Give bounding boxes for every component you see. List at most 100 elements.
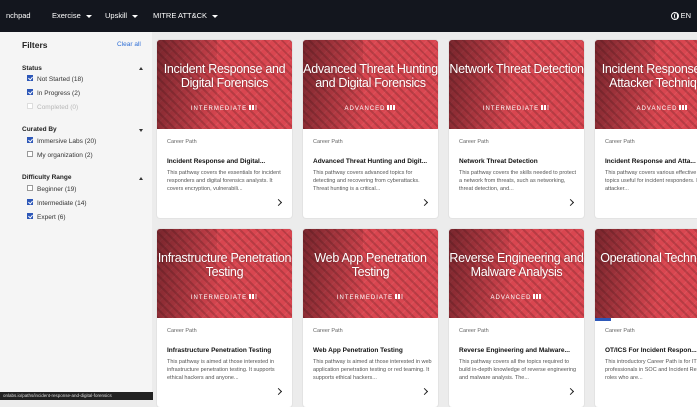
- card-level: INTERMEDIATE: [157, 105, 292, 112]
- card-title[interactable]: Network Threat Detection: [459, 158, 579, 165]
- chevron-right-icon[interactable]: [566, 387, 575, 396]
- card-description: This pathway is aimed at those intereste…: [167, 359, 275, 381]
- globe-icon: [670, 12, 679, 21]
- filter-option[interactable]: In Progress (2): [27, 89, 80, 100]
- chevron-down-icon: [132, 14, 139, 18]
- checkbox[interactable]: [27, 199, 33, 206]
- checkbox[interactable]: [27, 89, 33, 96]
- career-path-card[interactable]: Incident Response and Digital Forensics I…: [157, 40, 292, 218]
- filter-group-difficulty[interactable]: Difficulty Range: [22, 174, 71, 181]
- filter-option-label: Completed (0): [37, 104, 79, 111]
- card-image: Reverse Engineering and Malware Analysis…: [449, 229, 584, 318]
- filter-option[interactable]: Not Started (18): [27, 75, 84, 86]
- filter-group-curated-by[interactable]: Curated By: [22, 126, 57, 133]
- link-status-tooltip: onlabs.io/paths/incident-response-and-di…: [0, 392, 153, 400]
- nav-exercise[interactable]: Exercise: [52, 0, 92, 32]
- card-description: This introductory Career Path is for IT …: [605, 359, 697, 381]
- difficulty-bars-icon: [387, 105, 396, 112]
- chevron-down-icon: [85, 14, 92, 18]
- chevron-right-icon[interactable]: [274, 387, 283, 396]
- card-title[interactable]: Infrastructure Penetration Testing: [167, 347, 287, 354]
- card-title[interactable]: OT/ICS For Incident Respon...: [605, 347, 697, 354]
- card-image-title: Reverse Engineering and Malware Analysis: [449, 251, 584, 279]
- chevron-up-icon[interactable]: [139, 67, 143, 70]
- career-path-card[interactable]: Reverse Engineering and Malware Analysis…: [449, 229, 584, 407]
- clear-all-link[interactable]: Clear all: [117, 41, 141, 48]
- difficulty-bars-icon: [249, 294, 258, 301]
- card-type: Career Path: [459, 328, 489, 334]
- card-level-label: INTERMEDIATE: [482, 106, 540, 113]
- card-title[interactable]: Incident Response and Digital...: [167, 158, 287, 165]
- card-title[interactable]: Reverse Engineering and Malware...: [459, 347, 579, 354]
- card-image: Incident Response and Attacker Technique…: [595, 40, 697, 129]
- career-path-card[interactable]: Network Threat Detection INTERMEDIATE Care…: [449, 40, 584, 218]
- chevron-right-icon[interactable]: [274, 198, 283, 207]
- brand-logo[interactable]: nchpad: [6, 0, 31, 32]
- card-level: INTERMEDIATE: [157, 294, 292, 301]
- filter-option[interactable]: Immersive Labs (20): [27, 137, 96, 148]
- card-title[interactable]: Incident Response and Atta...: [605, 158, 697, 165]
- checkbox[interactable]: [27, 137, 33, 144]
- filter-option[interactable]: My organization (2): [27, 151, 93, 162]
- card-description: This pathway covers advanced topics for …: [313, 170, 420, 192]
- career-path-card[interactable]: Operational Technology Career Path OT/ICS …: [595, 229, 697, 407]
- filter-option-label: In Progress (2): [37, 90, 80, 97]
- card-type: Career Path: [167, 328, 197, 334]
- card-image-title: Incident Response and Attacker Technique…: [601, 62, 697, 90]
- card-image-title: Network Threat Detection: [449, 62, 584, 76]
- nav-upskill[interactable]: Upskill: [105, 0, 139, 32]
- card-type: Career Path: [167, 139, 197, 145]
- checkbox[interactable]: [27, 75, 33, 82]
- card-description: This pathway covers the skills needed to…: [459, 170, 577, 192]
- nav-mitre[interactable]: MITRE ATT&CK: [153, 0, 219, 32]
- chevron-right-icon[interactable]: [420, 387, 429, 396]
- filter-option-label: Beginner (19): [37, 186, 77, 193]
- card-title[interactable]: Web App Penetration Testing: [313, 347, 433, 354]
- filter-option[interactable]: Expert (6): [27, 213, 66, 224]
- filter-option-label: My organization (2): [37, 152, 93, 159]
- filters-title: Filters: [22, 40, 48, 50]
- card-image-title: Web App Penetration Testing: [314, 251, 427, 279]
- filter-option[interactable]: Intermediate (14): [27, 199, 87, 210]
- filter-option[interactable]: Completed (0): [27, 103, 79, 114]
- language-selector[interactable]: EN: [670, 0, 691, 32]
- card-image: Infrastructure Penetration Testing INTERM…: [157, 229, 292, 318]
- card-level-label: ADVANCED: [636, 106, 678, 113]
- chevron-right-icon[interactable]: [420, 198, 429, 207]
- card-level: INTERMEDIATE: [449, 105, 584, 112]
- filters-sidebar: Filters Clear all Status Not Started (18…: [0, 32, 152, 400]
- chevron-up-icon[interactable]: [139, 177, 143, 180]
- checkbox[interactable]: [27, 151, 33, 158]
- card-image-title: Incident Response and Digital Forensics: [163, 62, 286, 90]
- difficulty-bars-icon: [533, 294, 542, 301]
- card-image: Operational Technology: [595, 229, 697, 318]
- card-art-shade: [449, 40, 509, 129]
- checkbox[interactable]: [27, 103, 33, 110]
- card-type: Career Path: [313, 328, 343, 334]
- difficulty-bars-icon: [249, 105, 258, 112]
- nav-mitre-label: MITRE ATT&CK: [153, 11, 208, 20]
- filter-option-label: Not Started (18): [37, 76, 84, 83]
- difficulty-bars-icon: [541, 105, 550, 112]
- card-title[interactable]: Advanced Threat Hunting and Digit...: [313, 158, 433, 165]
- card-image: Web App Penetration Testing INTERMEDIATE: [303, 229, 438, 318]
- card-progress-bar: [595, 318, 612, 321]
- checkbox[interactable]: [27, 213, 33, 220]
- career-path-card[interactable]: Incident Response and Attacker Technique…: [595, 40, 697, 218]
- career-path-card[interactable]: Infrastructure Penetration Testing INTERM…: [157, 229, 292, 407]
- card-image-title: Operational Technology: [600, 251, 697, 265]
- card-image-title: Infrastructure Penetration Testing: [157, 251, 292, 279]
- chevron-right-icon[interactable]: [566, 198, 575, 207]
- chevron-down-icon[interactable]: [139, 129, 143, 132]
- career-path-card[interactable]: Advanced Threat Hunting and Digital Fore…: [303, 40, 438, 218]
- career-path-card[interactable]: Web App Penetration Testing INTERMEDIATE C…: [303, 229, 438, 407]
- card-level: INTERMEDIATE: [303, 294, 438, 301]
- filter-group-status[interactable]: Status: [22, 65, 42, 72]
- card-type: Career Path: [605, 328, 635, 334]
- checkbox[interactable]: [27, 185, 33, 192]
- filter-option-label: Expert (6): [37, 214, 66, 221]
- difficulty-bars-icon: [679, 105, 688, 112]
- filter-option[interactable]: Beginner (19): [27, 185, 77, 196]
- card-type: Career Path: [605, 139, 635, 145]
- card-art-shade: [595, 229, 655, 318]
